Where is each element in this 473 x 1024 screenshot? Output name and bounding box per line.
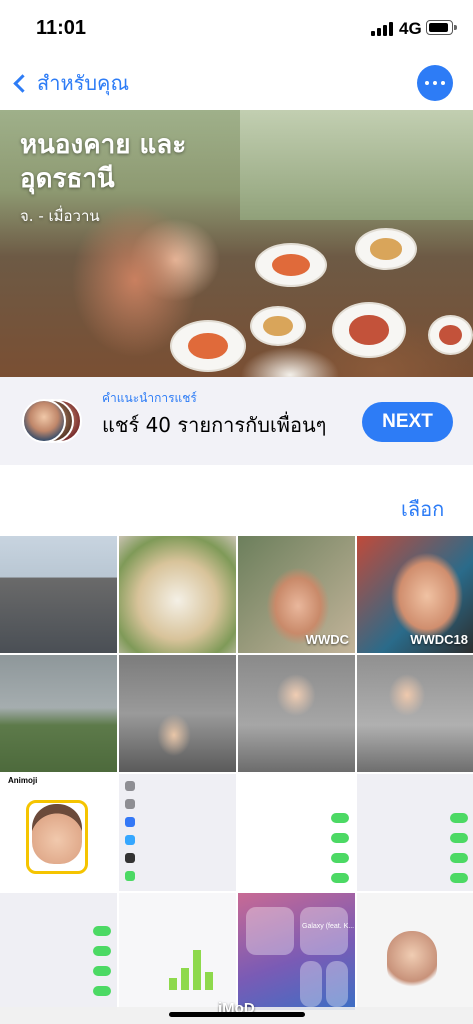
photo-thumbnail[interactable] bbox=[119, 536, 236, 653]
screenshot-thumbnail[interactable]: Galaxy (feat. K... bbox=[238, 893, 355, 1010]
screenshot-thumbnail[interactable] bbox=[0, 893, 117, 1010]
more-options-button[interactable] bbox=[417, 65, 453, 101]
navigation-bar: สำหรับคุณ bbox=[0, 60, 473, 106]
photo-thumbnail[interactable]: WWDC18 bbox=[357, 536, 473, 653]
photo-grid: WWDC WWDC18 Animoji Galaxy (feat. K... bbox=[0, 536, 473, 1010]
hero-photo-plate bbox=[332, 302, 406, 358]
photo-watermark: WWDC bbox=[305, 632, 349, 647]
shared-people-avatars bbox=[22, 399, 86, 445]
status-time: 11:01 bbox=[36, 17, 87, 39]
hero-photo-background bbox=[240, 110, 473, 220]
photo-thumbnail[interactable] bbox=[357, 655, 473, 772]
sharing-suggestion-eyebrow: คำแนะนำการแชร์ bbox=[102, 391, 197, 405]
memoji-face-icon bbox=[32, 804, 82, 864]
sharing-suggestion-card: คำแนะนำการแชร์ แชร์ 40 รายการกับเพื่อนๆ … bbox=[0, 377, 473, 465]
memory-title: หนองคาย และ อุดรธานี bbox=[20, 130, 187, 194]
sharing-suggestion-title: แชร์ 40 รายการกับเพื่อนๆ bbox=[102, 413, 327, 437]
avatar bbox=[22, 399, 66, 443]
photo-subject bbox=[387, 931, 437, 991]
network-type: 4G bbox=[399, 19, 422, 38]
photo-watermark: WWDC18 bbox=[410, 632, 468, 647]
screenshot-thumbnail[interactable] bbox=[119, 893, 236, 1010]
ellipsis-icon bbox=[425, 81, 429, 85]
next-button[interactable]: NEXT bbox=[362, 402, 453, 442]
select-button[interactable]: เลือก bbox=[401, 493, 444, 525]
hero-photo-plate bbox=[250, 306, 306, 346]
hero-photo-plate bbox=[255, 243, 327, 287]
hero-photo-plate bbox=[428, 315, 473, 355]
photo-thumbnail[interactable] bbox=[0, 536, 117, 653]
photo-thumbnail[interactable] bbox=[357, 893, 473, 1010]
screenshot-thumbnail[interactable] bbox=[357, 774, 473, 891]
battery-icon bbox=[426, 20, 457, 35]
status-bar: 11:01 4G bbox=[0, 0, 473, 56]
screenshot-thumbnail[interactable]: Animoji bbox=[0, 774, 117, 891]
screenshot-label: Animoji bbox=[8, 776, 38, 785]
home-indicator[interactable] bbox=[169, 1012, 305, 1017]
memory-subtitle: จ. - เมื่อวาน bbox=[20, 207, 100, 225]
back-button-label: สำหรับคุณ bbox=[37, 71, 129, 95]
screenshot-thumbnail[interactable] bbox=[238, 774, 355, 891]
photo-thumbnail[interactable] bbox=[119, 655, 236, 772]
photo-thumbnail[interactable]: WWDC bbox=[238, 536, 355, 653]
back-button[interactable]: สำหรับคุณ bbox=[10, 66, 129, 100]
now-playing-label: Galaxy (feat. K... bbox=[302, 923, 355, 930]
memory-hero-card[interactable]: หนองคาย และ อุดรธานี จ. - เมื่อวาน bbox=[0, 110, 473, 377]
screenshot-thumbnail[interactable] bbox=[119, 774, 236, 891]
photo-thumbnail[interactable] bbox=[238, 655, 355, 772]
cellular-signal-icon bbox=[371, 22, 393, 36]
hero-photo-plate bbox=[355, 228, 417, 270]
photo-thumbnail[interactable] bbox=[0, 655, 117, 772]
chevron-left-icon bbox=[13, 73, 32, 93]
hero-photo-plate bbox=[170, 320, 246, 372]
